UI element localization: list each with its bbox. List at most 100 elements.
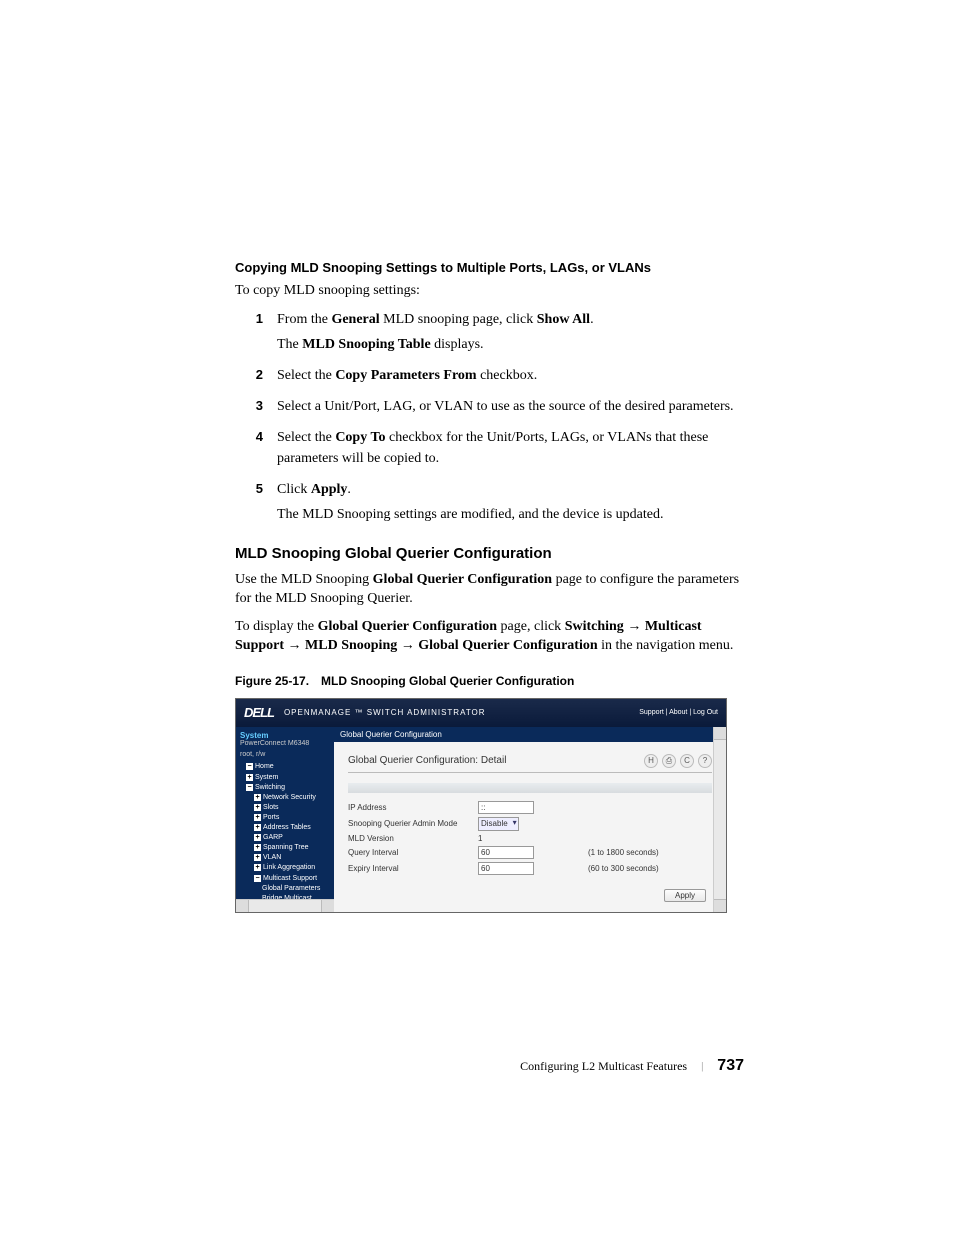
step-line: The MLD Snooping Table displays. <box>277 334 744 355</box>
tree-node[interactable]: +Link Aggregation <box>240 863 332 873</box>
tree-label: Home <box>255 763 274 770</box>
expand-icon[interactable]: + <box>254 794 261 801</box>
form-select[interactable]: Disable <box>478 817 519 831</box>
tree-label: GARP <box>263 834 283 841</box>
step-number: 2 <box>235 365 277 385</box>
tree-node[interactable]: +System <box>240 772 332 782</box>
form-input[interactable]: 60 <box>478 862 534 875</box>
form-label: IP Address <box>348 803 478 812</box>
step-line: Select the Copy Parameters From checkbox… <box>277 365 744 386</box>
tree-label: Global Parameters <box>262 885 320 892</box>
tree-node[interactable]: −Multicast Support <box>240 873 332 883</box>
expand-icon[interactable]: + <box>254 844 261 851</box>
tree-node[interactable]: +VLAN <box>240 853 332 863</box>
tree-label: VLAN <box>263 854 281 861</box>
expand-icon[interactable]: + <box>254 854 261 861</box>
expand-icon[interactable]: + <box>254 824 261 831</box>
nav-sidebar[interactable]: System PowerConnect M6348 root, r/w −Hom… <box>236 727 334 912</box>
form-row: IP Address:: <box>348 801 712 814</box>
form-label: MLD Version <box>348 834 478 843</box>
section-bar <box>348 783 712 793</box>
step-item: 5Click Apply.The MLD Snooping settings a… <box>235 479 744 529</box>
tree-node[interactable]: −Switching <box>240 782 332 792</box>
tree-node[interactable]: +Spanning Tree <box>240 843 332 853</box>
step-body: From the General MLD snooping page, clic… <box>277 309 744 359</box>
tree-label: Switching <box>255 784 285 791</box>
para-querier-1: Use the MLD Snooping Global Querier Conf… <box>235 570 744 609</box>
step-body: Click Apply.The MLD Snooping settings ar… <box>277 479 744 529</box>
action-icons: H ⎙ C? <box>644 754 712 768</box>
tree-label: Network Security <box>263 794 316 801</box>
step-line: Select a Unit/Port, LAG, or VLAN to use … <box>277 396 744 417</box>
app-title: OPENMANAGE ™ SWITCH ADMINISTRATOR <box>284 708 486 717</box>
step-body: Select the Copy Parameters From checkbox… <box>277 365 744 390</box>
step-line: Select the Copy To checkbox for the Unit… <box>277 427 744 469</box>
tree-label: Link Aggregation <box>263 864 315 871</box>
header-links[interactable]: Support | About | Log Out <box>639 709 718 716</box>
toolbar-icon[interactable]: ? <box>698 754 712 768</box>
subheading-copy: Copying MLD Snooping Settings to Multipl… <box>235 260 744 275</box>
footer-chapter: Configuring L2 Multicast Features <box>520 1059 687 1074</box>
step-number: 3 <box>235 396 277 416</box>
step-body: Select the Copy To checkbox for the Unit… <box>277 427 744 473</box>
tree-node[interactable]: +Network Security <box>240 792 332 802</box>
sidebar-system: System <box>240 731 332 740</box>
expand-icon[interactable]: + <box>254 804 261 811</box>
tree-node[interactable]: Global Parameters <box>240 883 332 893</box>
step-line: The MLD Snooping settings are modified, … <box>277 504 744 525</box>
tree-label: Spanning Tree <box>263 844 309 851</box>
tree-label: Ports <box>263 814 279 821</box>
expand-icon[interactable]: − <box>246 763 253 770</box>
step-item: 2Select the Copy Parameters From checkbo… <box>235 365 744 390</box>
para-querier-2: To display the Global Querier Configurat… <box>235 617 744 656</box>
figure-caption: Figure 25-17. MLD Snooping Global Querie… <box>235 674 744 688</box>
expand-icon[interactable]: + <box>254 814 261 821</box>
sidebar-user: root, r/w <box>240 751 332 758</box>
form-label: Expiry Interval <box>348 864 478 873</box>
expand-icon[interactable]: − <box>254 875 261 882</box>
expand-icon[interactable]: + <box>254 834 261 841</box>
expand-icon[interactable]: + <box>254 864 261 871</box>
step-item: 3Select a Unit/Port, LAG, or VLAN to use… <box>235 396 744 421</box>
tree-label: Address Tables <box>263 824 311 831</box>
nav-tree[interactable]: −Home+System−Switching+Network Security+… <box>240 762 332 912</box>
toolbar-icon[interactable]: H <box>644 754 658 768</box>
form-hint: (1 to 1800 seconds) <box>588 848 659 857</box>
expand-icon[interactable]: + <box>246 774 253 781</box>
main-panel: Global Querier Configuration Global Quer… <box>334 727 726 912</box>
form-row: MLD Version1 <box>348 834 712 843</box>
step-line: From the General MLD snooping page, clic… <box>277 309 744 330</box>
section-heading-querier: MLD Snooping Global Querier Configuratio… <box>235 545 744 562</box>
form-input[interactable]: :: <box>478 801 534 814</box>
sidebar-scroll-h[interactable] <box>236 899 334 912</box>
form-label: Snooping Querier Admin Mode <box>348 819 478 828</box>
apply-button[interactable]: Apply <box>664 889 706 902</box>
main-scroll-v[interactable] <box>713 727 726 912</box>
step-item: 4Select the Copy To checkbox for the Uni… <box>235 427 744 473</box>
toolbar-icon[interactable]: C <box>680 754 694 768</box>
footer-page-number: 737 <box>717 1057 744 1075</box>
expand-icon[interactable]: − <box>246 784 253 791</box>
intro-text: To copy MLD snooping settings: <box>235 281 744 301</box>
dell-logo: DELL <box>244 705 274 720</box>
step-number: 4 <box>235 427 277 447</box>
page-footer: Configuring L2 Multicast Features | 737 <box>520 1057 744 1075</box>
screenshot-container: DELL OPENMANAGE ™ SWITCH ADMINISTRATOR S… <box>235 698 727 913</box>
detail-title: Global Querier Configuration: Detail <box>348 755 506 766</box>
tree-label: Slots <box>263 804 279 811</box>
tree-node[interactable]: +GARP <box>240 833 332 843</box>
tree-node[interactable]: +Address Tables <box>240 823 332 833</box>
form-row: Query Interval60 (1 to 1800 seconds) <box>348 846 712 859</box>
tree-label: System <box>255 774 278 781</box>
step-number: 1 <box>235 309 277 329</box>
tree-node[interactable]: −Home <box>240 762 332 772</box>
tree-node[interactable]: +Slots <box>240 802 332 812</box>
toolbar-icon[interactable]: ⎙ <box>662 754 676 768</box>
tree-label: Multicast Support <box>263 875 317 882</box>
form-value: 1 <box>478 834 558 843</box>
form-input[interactable]: 60 <box>478 846 534 859</box>
form-label: Query Interval <box>348 848 478 857</box>
config-form: IP Address::Snooping Querier Admin ModeD… <box>348 801 712 875</box>
footer-sep: | <box>701 1060 703 1072</box>
tree-node[interactable]: +Ports <box>240 812 332 822</box>
